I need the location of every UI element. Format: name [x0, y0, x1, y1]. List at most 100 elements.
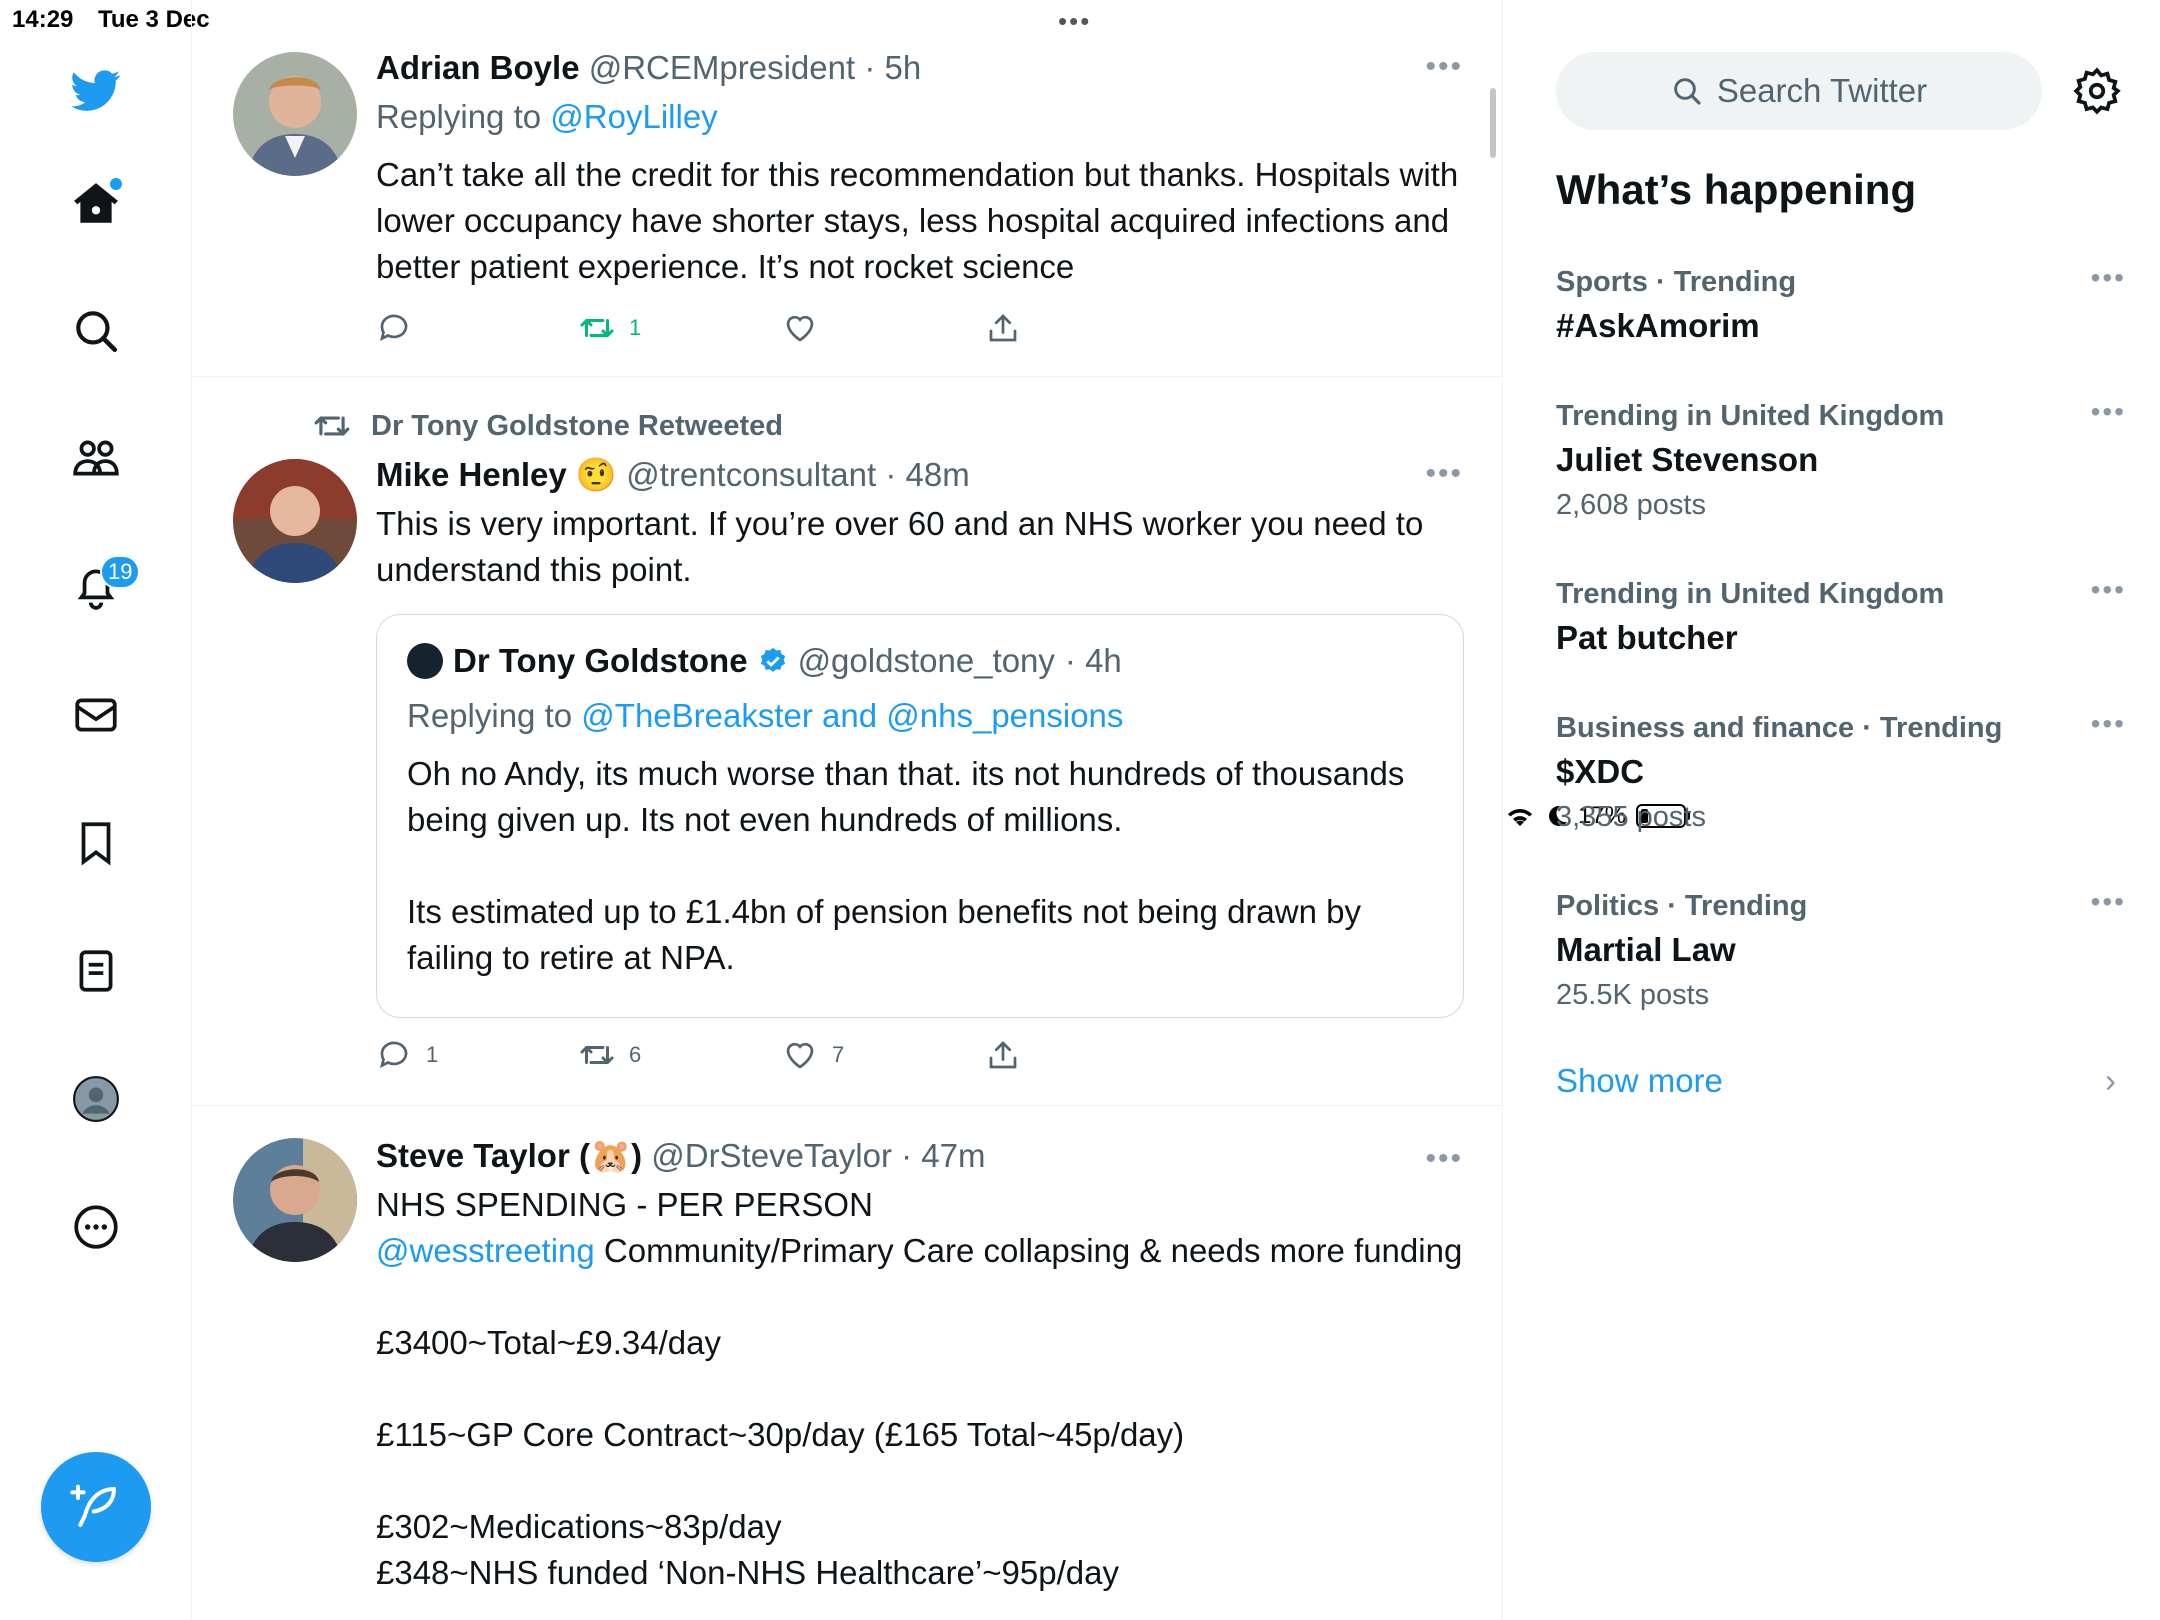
quoted-author-name: Dr Tony Goldstone — [453, 642, 748, 679]
like-button[interactable] — [782, 310, 985, 346]
settings-gear-icon[interactable] — [2072, 66, 2122, 116]
author-emoji: 🐹 — [589, 1137, 632, 1174]
trend-item[interactable]: Trending in United Kingdom Juliet Steven… — [1556, 396, 2124, 526]
compose-feather-icon — [70, 1484, 117, 1528]
tweet-text-line: £115~GP Core Contract~30p/day (£165 Tota… — [376, 1416, 1185, 1453]
avatar-adrian-boyle[interactable] — [233, 52, 357, 176]
replying-to-label: Replying to — [376, 98, 542, 135]
tweet-text-line — [376, 1274, 1463, 1320]
author-name[interactable]: Adrian Boyle — [376, 49, 580, 86]
avatar-mike-henley[interactable] — [233, 459, 357, 583]
tweet-header: Adrian Boyle @RCEMpresident · 5h — [376, 46, 1463, 90]
messages-envelope-icon[interactable] — [64, 683, 128, 747]
avatar-steve-taylor[interactable] — [233, 1138, 357, 1262]
retweet-icon — [314, 416, 350, 436]
more-options-icon[interactable] — [64, 1195, 128, 1259]
mention-link[interactable]: @wesstreeting — [376, 1232, 595, 1269]
tweet-text-line: £3400~Total~£9.34/day — [376, 1324, 721, 1361]
reply-icon — [379, 1041, 408, 1069]
quoted-tweet[interactable]: Dr Tony Goldstone @goldstone_tony · 4h R… — [376, 614, 1464, 1018]
trend-more-button[interactable]: ••• — [2091, 396, 2126, 428]
author-name[interactable]: Mike Henley — [376, 456, 567, 493]
quoted-author-handle: @goldstone_tony — [797, 642, 1055, 679]
tweet-text-line: This is very important. If you’re over 6… — [376, 505, 1424, 588]
retweeted-by-text[interactable]: Dr Tony Goldstone Retweeted — [371, 410, 783, 443]
retweet-count: 6 — [629, 1042, 642, 1067]
share-button[interactable] — [985, 1037, 1188, 1073]
trend-item[interactable]: Politics · Trending Martial Law 25.5K po… — [1556, 886, 2124, 1016]
trend-post-count: 2,608 posts — [1556, 489, 1706, 521]
profile-avatar-icon[interactable] — [64, 1067, 128, 1131]
trend-topic: Pat butcher — [1556, 619, 1738, 656]
notifications-badge: 19 — [100, 555, 141, 589]
retweet-button[interactable]: 1 — [579, 310, 782, 346]
retweet-button[interactable]: 6 — [579, 1037, 782, 1073]
author-handle[interactable]: @trentconsultant — [626, 456, 876, 493]
trend-post-count: 25.5K posts — [1556, 979, 1710, 1011]
quoted-tweet-header: Dr Tony Goldstone @goldstone_tony · 4h — [407, 639, 1433, 683]
trend-context: Business and finance · Trending — [1556, 712, 2003, 744]
reply-to-mention[interactable]: @RoyLilley — [550, 98, 717, 135]
whats-happening-title: What’s happening — [1556, 166, 1917, 213]
trend-item[interactable]: Sports · Trending #AskAmorim ••• — [1556, 262, 2124, 350]
trend-item[interactable]: Business and finance · Trending $XDC 3,3… — [1556, 708, 2124, 838]
communities-icon[interactable] — [64, 427, 128, 491]
tweet-text-line: Its estimated up to £1.4bn of pension be… — [407, 893, 1361, 976]
explore-search-icon[interactable] — [64, 299, 128, 363]
like-count: 7 — [832, 1042, 845, 1067]
show-more-link[interactable]: Show more › — [1556, 1062, 2116, 1100]
retweet-icon — [580, 1046, 614, 1064]
heart-icon — [786, 315, 814, 342]
author-handle[interactable]: @RCEMpresident — [589, 49, 855, 86]
notifications-bell-icon[interactable]: 19 — [64, 555, 141, 619]
trend-topic: $XDC — [1556, 753, 1645, 790]
author-name[interactable]: Steve Taylor (🐹) — [376, 1137, 642, 1174]
tweet-steve-taylor[interactable]: ••• Steve Taylor (🐹) @DrSteveTaylor · 47… — [193, 1106, 1502, 1620]
trend-topic: Juliet Stevenson — [1556, 441, 1819, 478]
share-icon — [989, 1041, 1017, 1069]
trend-post-count: 3,355 posts — [1556, 801, 1706, 833]
reply-to-mention[interactable]: @TheBreakster and @nhs_pensions — [581, 697, 1123, 734]
bookmarks-icon[interactable] — [64, 811, 128, 875]
tweet-text-line: NHS SPENDING - PER PERSON — [376, 1186, 873, 1223]
tweet-time[interactable]: · 5h — [864, 49, 921, 86]
share-button[interactable] — [985, 310, 1188, 346]
tweet-text-line: Oh no Andy, its much worse than that. it… — [407, 755, 1405, 838]
trend-more-button[interactable]: ••• — [2091, 708, 2126, 740]
heart-icon — [786, 1042, 814, 1069]
tweet-time[interactable]: · 48m — [885, 456, 969, 493]
compose-tweet-button[interactable] — [41, 1452, 151, 1562]
reply-icon — [379, 314, 408, 342]
lists-icon[interactable] — [64, 939, 128, 1003]
author-handle[interactable]: @DrSteveTaylor — [651, 1137, 892, 1174]
like-button[interactable]: 7 — [782, 1037, 985, 1073]
tweet-actions: 1 — [376, 310, 1188, 346]
twitter-logo-icon[interactable] — [64, 58, 128, 122]
search-placeholder: Search Twitter — [1716, 72, 1928, 109]
tweet-header: Steve Taylor (🐹) @DrSteveTaylor · 47m — [376, 1134, 1463, 1178]
trend-more-button[interactable]: ••• — [2091, 574, 2126, 606]
trend-item[interactable]: Trending in United Kingdom Pat butcher •… — [1556, 574, 2124, 662]
trend-more-button[interactable]: ••• — [2091, 886, 2126, 918]
trend-context: Sports · Trending — [1556, 266, 1797, 298]
trend-more-button[interactable]: ••• — [2091, 262, 2126, 294]
reply-button[interactable]: 1 — [376, 1037, 579, 1073]
tweet-mike-henley[interactable]: Dr Tony Goldstone Retweeted ••• Mike Hen… — [193, 377, 1502, 1106]
tweet-text: Can’t take all the credit for this recom… — [376, 152, 1463, 290]
home-icon[interactable] — [64, 172, 128, 236]
replying-to-label: Replying to — [407, 697, 573, 734]
tweet-adrian-boyle[interactable]: ••• Adrian Boyle @RCEMpresident · 5h Rep… — [193, 0, 1502, 377]
timeline: ••• Adrian Boyle @RCEMpresident · 5h Rep… — [193, 0, 1503, 1620]
search-input[interactable]: Search Twitter — [1556, 52, 2042, 130]
author-name-text: Steve Taylor ( — [376, 1137, 590, 1174]
retweet-icon — [580, 319, 614, 337]
quoted-tweet-time: · 4h — [1064, 642, 1122, 679]
tweet-time[interactable]: · 47m — [901, 1137, 985, 1174]
side-navigation: 19 — [0, 0, 192, 1620]
tweet-text-line — [376, 1458, 1463, 1504]
reply-button[interactable] — [376, 310, 579, 346]
show-more-label: Show more — [1556, 1062, 1723, 1099]
tweet-text: This is very important. If you’re over 6… — [376, 501, 1463, 593]
author-name-suffix: ) — [631, 1137, 643, 1174]
quoted-author-avatar — [407, 643, 443, 679]
